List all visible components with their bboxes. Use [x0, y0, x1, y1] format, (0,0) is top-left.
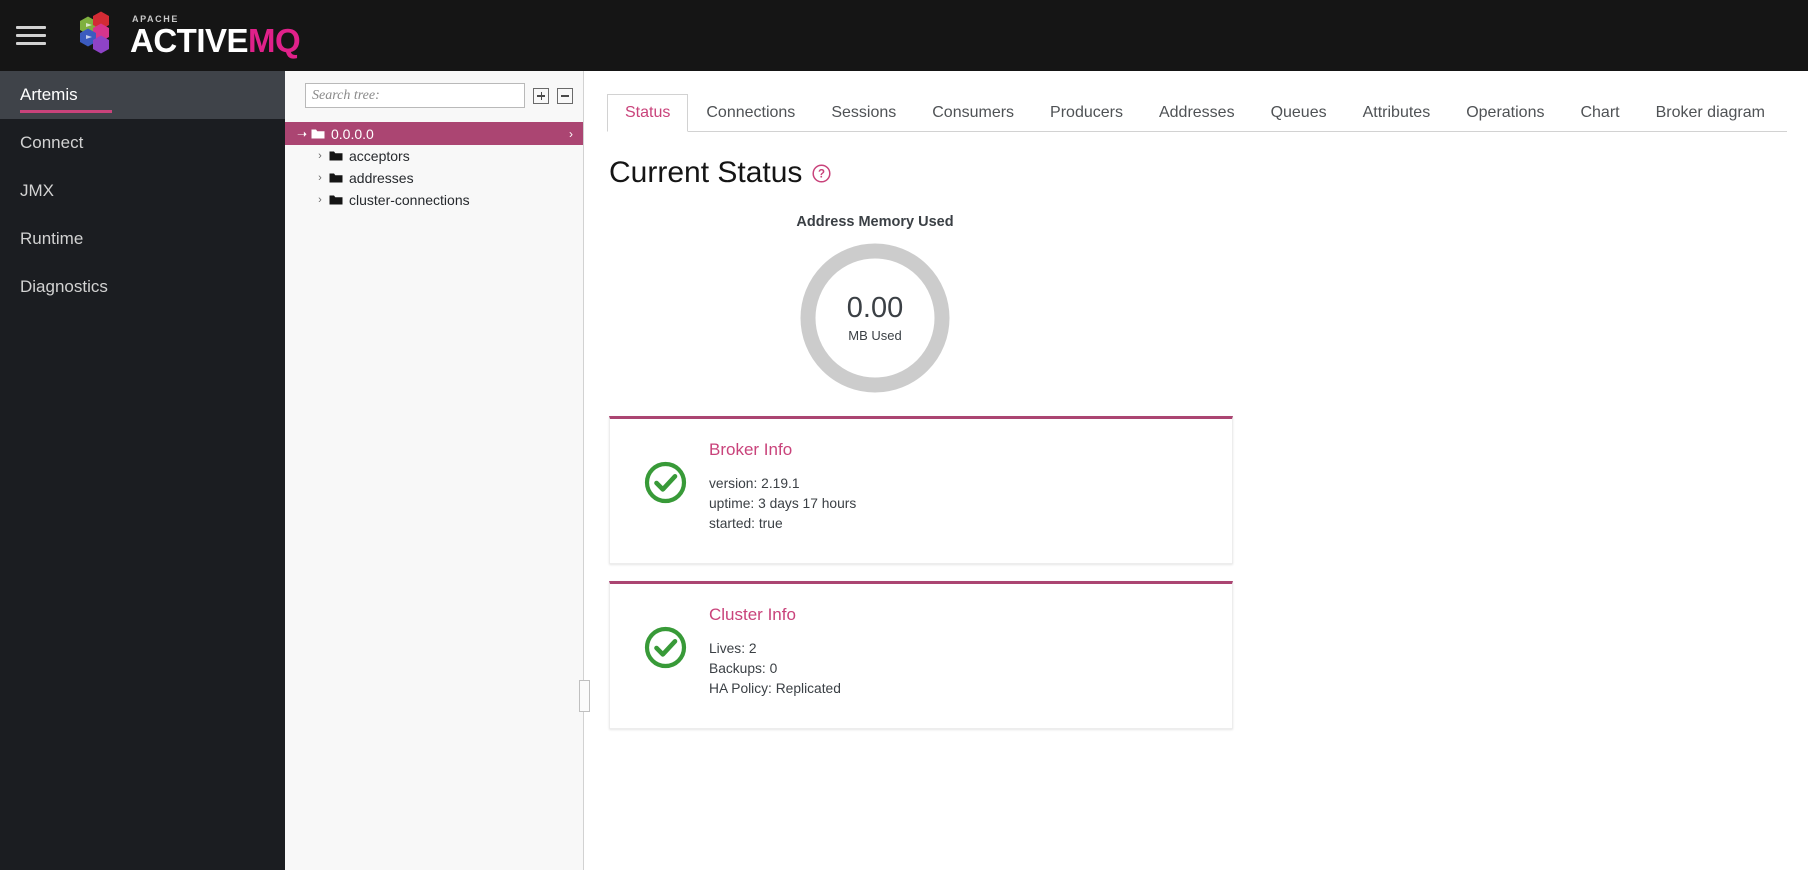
tab-addresses[interactable]: Addresses [1141, 94, 1253, 132]
cluster-info-lives: Lives: 2 [709, 641, 757, 656]
broker-info-card: Broker Info version: 2.19.1 uptime: 3 da… [609, 416, 1233, 564]
tab-bar: Status Connections Sessions Consumers Pr… [607, 93, 1787, 132]
tab-label: Chart [1580, 103, 1620, 121]
tab-attributes[interactable]: Attributes [1345, 94, 1449, 132]
folder-icon [329, 172, 343, 184]
question-circle-icon[interactable]: ? [812, 163, 831, 183]
brand-active-text: ACTIVE [130, 22, 249, 59]
chevron-right-icon[interactable]: › [313, 150, 327, 162]
broker-info-title: Broker Info [709, 440, 793, 459]
tab-label: Sessions [831, 103, 897, 121]
cluster-info-title: Cluster Info [709, 605, 796, 624]
tab-connections[interactable]: Connections [688, 94, 813, 132]
tab-sessions[interactable]: Sessions [813, 94, 914, 132]
search-tree-input[interactable] [305, 83, 525, 108]
chevron-right-icon[interactable]: › [569, 127, 573, 141]
sidebar: Artemis Connect JMX Runtime Diagnostics [0, 71, 285, 870]
chevron-down-icon[interactable]: ➝ [295, 127, 309, 141]
tab-label: Producers [1050, 103, 1123, 121]
tab-queues[interactable]: Queues [1253, 94, 1345, 132]
check-circle-icon [644, 626, 687, 674]
sidebar-item-label: Runtime [20, 229, 84, 248]
tree-node-label: cluster-connections [349, 192, 470, 208]
sidebar-item-diagnostics[interactable]: Diagnostics [0, 263, 285, 311]
folder-open-icon [311, 128, 325, 140]
tab-consumers[interactable]: Consumers [914, 94, 1032, 132]
address-memory-gauge: Address Memory Used 0.00 MB Used [585, 214, 1165, 394]
tree-node-broker[interactable]: ➝ 0.0.0.0 › [285, 122, 583, 145]
broker-info-started: started: true [709, 516, 783, 531]
check-circle-icon [644, 461, 687, 509]
tab-label: Addresses [1158, 103, 1235, 121]
cluster-info-card: Cluster Info Lives: 2 Backups: 0 HA Poli… [609, 581, 1233, 729]
tab-label: Broker diagram [1655, 103, 1765, 121]
expand-all-icon[interactable] [533, 87, 549, 104]
sidebar-item-runtime[interactable]: Runtime [0, 215, 285, 263]
artemis-console: APACHE ACTIVE MQ Artemis Connect JMX Runt… [0, 0, 1808, 870]
tree-node-acceptors[interactable]: › acceptors [285, 145, 583, 167]
brand-mq-text: MQ [248, 22, 301, 59]
chevron-right-icon[interactable]: › [313, 194, 327, 206]
tab-chart[interactable]: Chart [1562, 94, 1637, 132]
chevron-right-icon[interactable]: › [313, 172, 327, 184]
hamburger-bar [16, 26, 46, 29]
page-title: Current Status [609, 156, 803, 189]
panel-resize-handle[interactable] [579, 680, 590, 712]
tab-label: Consumers [932, 103, 1015, 121]
sidebar-item-jmx[interactable]: JMX [0, 167, 285, 215]
tree-node-label: 0.0.0.0 [331, 125, 374, 142]
gauge-unit: MB Used [848, 327, 902, 343]
main-content: Status Connections Sessions Consumers Pr… [585, 71, 1808, 870]
status-cards: Broker Info version: 2.19.1 uptime: 3 da… [609, 416, 1233, 729]
tab-operations[interactable]: Operations [1448, 94, 1562, 132]
broker-info-body: Broker Info version: 2.19.1 uptime: 3 da… [709, 439, 856, 534]
gauge-donut: 0.00 MB Used [799, 242, 951, 394]
tab-status[interactable]: Status [607, 93, 689, 132]
tab-label: Connections [706, 103, 796, 121]
tab-label: Operations [1466, 103, 1545, 121]
tree-node-addresses[interactable]: › addresses [285, 167, 583, 189]
tab-label: Attributes [1362, 103, 1431, 121]
brand-wordmark: APACHE ACTIVE MQ [130, 14, 301, 59]
jmx-tree: ➝ 0.0.0.0 › › acceptors › addresses › cl… [285, 118, 583, 211]
tree-node-label: addresses [349, 170, 414, 186]
tree-toolbar [285, 71, 583, 118]
sidebar-item-label: Connect [20, 133, 84, 152]
hamburger-bar [16, 34, 46, 37]
broker-info-version: version: 2.19.1 [709, 476, 800, 491]
svg-text:?: ? [818, 168, 825, 180]
folder-icon [329, 150, 343, 162]
activemq-hexagon-logo-icon [66, 8, 122, 64]
cluster-info-ha-policy: HA Policy: Replicated [709, 681, 841, 696]
sidebar-item-connect[interactable]: Connect [0, 119, 285, 167]
sidebar-item-label: Artemis [20, 85, 78, 104]
cluster-info-backups: Backups: 0 [709, 661, 778, 676]
tab-label: Queues [1270, 103, 1327, 121]
hamburger-icon[interactable] [16, 22, 52, 50]
folder-icon [329, 194, 343, 206]
gauge-value: 0.00 [846, 291, 904, 324]
sidebar-item-artemis[interactable]: Artemis [0, 71, 285, 119]
hamburger-bar [16, 42, 46, 45]
tree-node-cluster-connections[interactable]: › cluster-connections [285, 189, 583, 211]
masthead: APACHE ACTIVE MQ [0, 0, 1808, 71]
sidebar-item-label: Diagnostics [20, 277, 108, 296]
tab-producers[interactable]: Producers [1032, 94, 1141, 132]
gauge-title: Address Memory Used [796, 214, 954, 230]
tree-panel: ➝ 0.0.0.0 › › acceptors › addresses [285, 71, 584, 870]
brand-logo[interactable]: APACHE ACTIVE MQ [66, 0, 301, 71]
tree-node-label: acceptors [349, 148, 410, 164]
tab-broker-diagram[interactable]: Broker diagram [1638, 94, 1783, 132]
cluster-info-body: Cluster Info Lives: 2 Backups: 0 HA Poli… [709, 604, 841, 699]
collapse-all-icon[interactable] [557, 87, 573, 104]
tab-label: Status [625, 103, 671, 121]
gauge-center-text: 0.00 MB Used [799, 242, 951, 394]
sidebar-item-label: JMX [20, 181, 54, 200]
broker-info-uptime: uptime: 3 days 17 hours [709, 496, 857, 511]
page-header: Current Status ? [609, 158, 1808, 188]
